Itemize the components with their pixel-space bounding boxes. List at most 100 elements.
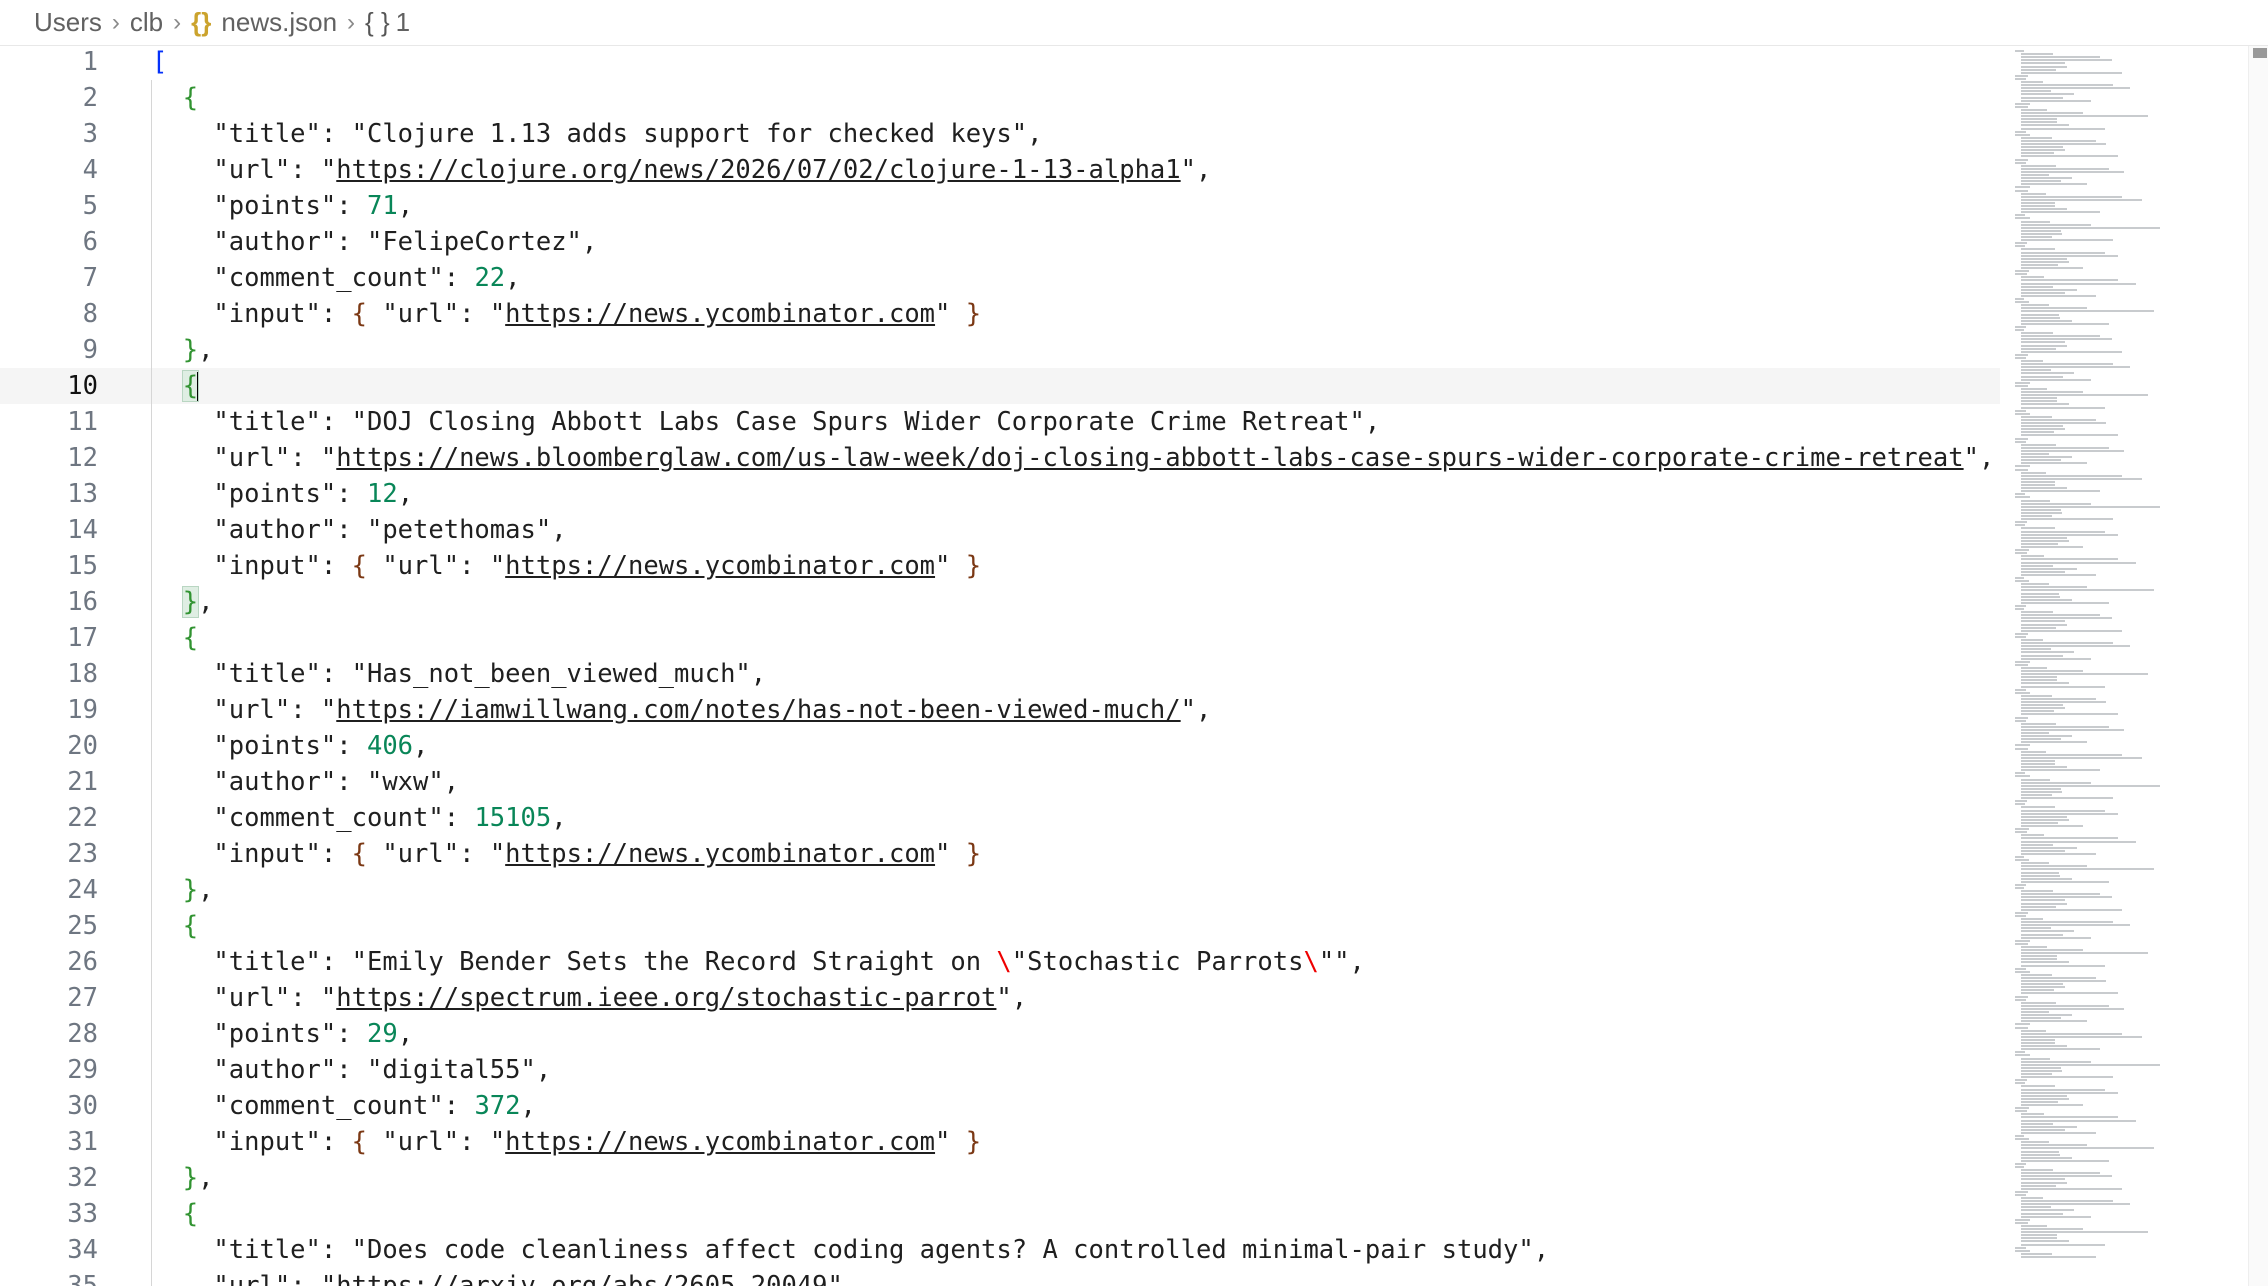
minimap-line — [2021, 1001, 2057, 1004]
minimap-line — [2021, 282, 2136, 285]
minimap-line — [2015, 800, 2027, 803]
code-line[interactable]: 5 "points": 71, — [0, 188, 2000, 224]
scrollbar-thumb[interactable] — [2253, 48, 2267, 58]
code-text: { — [181, 370, 200, 402]
minimap-line — [2015, 437, 2028, 440]
code-line[interactable]: 26 "title": "Emily Bender Sets the Recor… — [0, 944, 2000, 980]
code-line[interactable]: 23 "input": { "url": "https://news.ycomb… — [0, 836, 2000, 872]
line-number: 31 — [67, 1127, 98, 1157]
minimap-line — [2021, 108, 2048, 111]
minimap-line — [2021, 1228, 2083, 1230]
code-line[interactable]: 34 "title": "Does code cleanliness affec… — [0, 1232, 2000, 1268]
minimap-line — [2021, 177, 2072, 180]
code-line[interactable]: 18 "title": "Has_not_been_viewed_much", — [0, 656, 2000, 692]
code-line[interactable]: 12 "url": "https://news.bloomberglaw.com… — [0, 440, 2000, 476]
minimap-line — [2021, 852, 2096, 855]
minimap[interactable] — [2005, 46, 2245, 1286]
code-line[interactable]: 33 { — [0, 1196, 2000, 1232]
minimap-line — [2021, 195, 2123, 198]
minimap-line — [2021, 880, 2109, 883]
code-line[interactable]: 9 }, — [0, 332, 2000, 368]
code-line[interactable]: 31 "input": { "url": "https://news.ycomb… — [0, 1124, 2000, 1160]
code-line[interactable]: 11 "title": "DOJ Closing Abbott Labs Cas… — [0, 404, 2000, 440]
code-line[interactable]: 16 }, — [0, 584, 2000, 620]
breadcrumb-clb[interactable]: clb — [130, 7, 163, 38]
code-line[interactable]: 30 "comment_count": 372, — [0, 1088, 2000, 1124]
minimap-line — [2021, 279, 2118, 282]
minimap-line — [2021, 673, 2149, 676]
code-text: }, — [182, 875, 214, 905]
minimap-line — [2021, 567, 2077, 570]
code-line[interactable]: 10 { — [0, 368, 2000, 404]
minimap-line — [2021, 930, 2075, 933]
minimap-line — [2015, 608, 2025, 610]
minimap-line — [2021, 1150, 2059, 1153]
minimap-line — [2015, 356, 2027, 359]
code-line[interactable]: 13 "points": 12, — [0, 476, 2000, 512]
minimap-line — [2021, 285, 2053, 288]
minimap-line — [2015, 521, 2027, 524]
minimap-line — [2021, 462, 2087, 465]
code-line[interactable]: 7 "comment_count": 22, — [0, 260, 2000, 296]
minimap-line — [2021, 1060, 2092, 1063]
minimap-line — [2021, 313, 2059, 316]
breadcrumb-file[interactable]: news.json — [221, 7, 337, 38]
minimap-line — [2021, 276, 2045, 279]
code-line[interactable]: 29 "author": "digital55", — [0, 1052, 2000, 1088]
code-line[interactable]: 8 "input": { "url": "https://news.ycombi… — [0, 296, 2000, 332]
minimap-line — [2021, 1004, 2109, 1007]
minimap-line — [2021, 1234, 2057, 1237]
vertical-scrollbar[interactable] — [2248, 46, 2268, 1286]
code-text: { — [182, 83, 199, 113]
minimap-line — [2015, 1162, 2027, 1165]
code-line[interactable]: 28 "points": 29, — [0, 1016, 2000, 1052]
minimap-line — [2021, 143, 2106, 145]
code-line[interactable]: 35 "url": "https://arxiv.org/abs/2605.20… — [0, 1268, 2000, 1286]
code-line[interactable]: 20 "points": 406, — [0, 728, 2000, 764]
minimap-line — [2021, 958, 2058, 961]
code-line[interactable]: 32 }, — [0, 1160, 2000, 1196]
minimap-line — [2021, 1014, 2072, 1017]
minimap-line — [2015, 1082, 2025, 1085]
code-text: { — [182, 911, 199, 941]
code-line[interactable]: 4 "url": "https://clojure.org/news/2026/… — [0, 152, 2000, 188]
minimap-line — [2021, 676, 2057, 679]
minimap-line — [2015, 273, 2027, 276]
code-line[interactable]: 1[ — [0, 46, 2000, 80]
code-editor[interactable]: 1[2 {3 "title": "Clojure 1.13 adds suppo… — [0, 46, 2000, 1286]
line-number: 12 — [67, 443, 98, 473]
code-line[interactable]: 15 "input": { "url": "https://news.ycomb… — [0, 548, 2000, 584]
breadcrumb-symbol[interactable]: 1 — [396, 7, 410, 38]
minimap-line — [2015, 412, 2031, 415]
breadcrumb-users[interactable]: Users — [34, 7, 102, 38]
minimap-line — [2021, 316, 2060, 319]
code-line[interactable]: 21 "author": "wxw", — [0, 764, 2000, 800]
minimap-line — [2015, 102, 2031, 105]
code-line[interactable]: 27 "url": "https://spectrum.ieee.org/sto… — [0, 980, 2000, 1016]
code-line[interactable]: 6 "author": "FelipeCortez", — [0, 224, 2000, 260]
code-text: { — [182, 1199, 199, 1229]
line-number: 30 — [67, 1091, 98, 1121]
code-text: [ — [152, 47, 168, 77]
minimap-line — [2021, 418, 2096, 421]
minimap-line — [2021, 1104, 2083, 1106]
code-line[interactable]: 24 }, — [0, 872, 2000, 908]
minimap-line — [2021, 1181, 2067, 1184]
minimap-line — [2021, 651, 2075, 654]
minimap-line — [2021, 322, 2109, 325]
minimap-line — [2021, 87, 2130, 90]
line-number: 18 — [67, 659, 98, 689]
code-line[interactable]: 22 "comment_count": 15105, — [0, 800, 2000, 836]
code-line[interactable]: 25 { — [0, 908, 2000, 944]
code-line[interactable]: 19 "url": "https://iamwillwang.com/notes… — [0, 692, 2000, 728]
minimap-line — [2021, 899, 2065, 902]
minimap-line — [2021, 449, 2124, 452]
code-text: "url": "https://spectrum.ieee.org/stocha… — [213, 983, 1028, 1013]
code-line[interactable]: 2 { — [0, 80, 2000, 116]
line-number: 17 — [67, 623, 98, 653]
code-line[interactable]: 14 "author": "petethomas", — [0, 512, 2000, 548]
minimap-line — [2021, 927, 2051, 930]
code-line[interactable]: 17 { — [0, 620, 2000, 656]
minimap-line — [2015, 440, 2026, 443]
code-line[interactable]: 3 "title": "Clojure 1.13 adds support fo… — [0, 116, 2000, 152]
